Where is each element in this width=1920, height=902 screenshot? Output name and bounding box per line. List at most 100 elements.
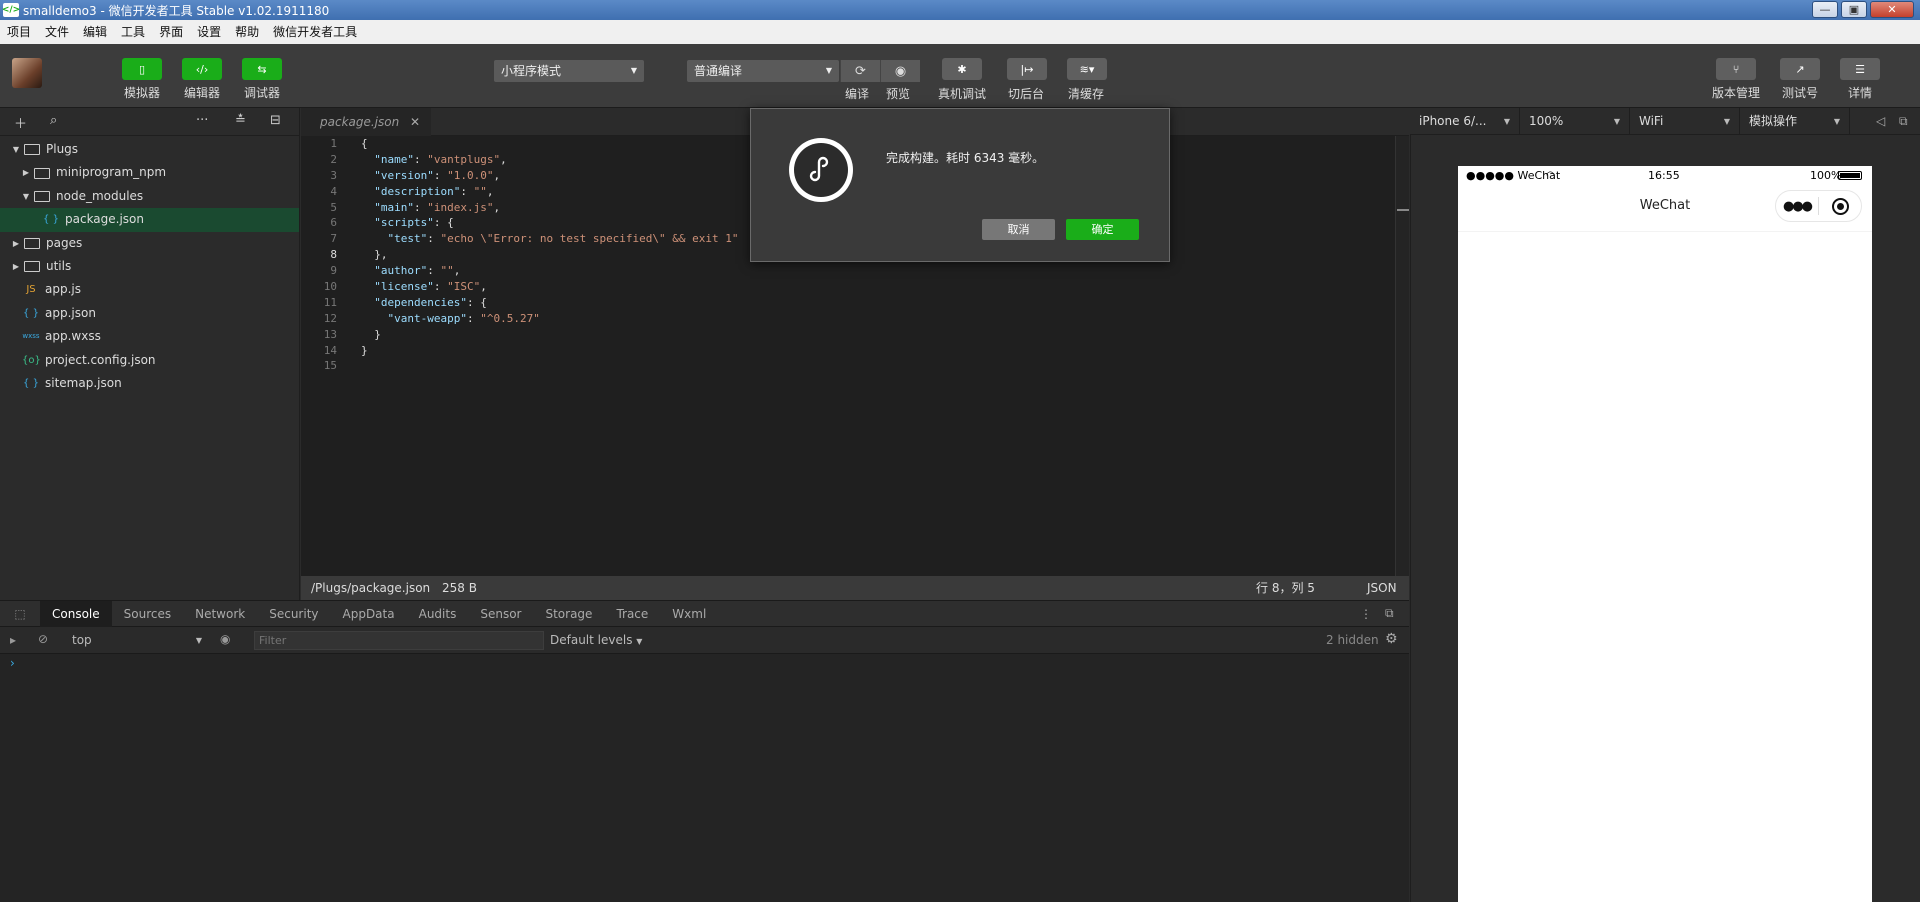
clock: 16:55 xyxy=(1648,168,1680,182)
gear-icon[interactable]: ⚙ xyxy=(1385,631,1398,647)
menu-edit[interactable]: 编辑 xyxy=(76,20,114,44)
tree-item-plugs[interactable]: ▼ Plugs xyxy=(0,138,299,161)
collapse-icon[interactable]: ⊟ xyxy=(270,113,281,128)
tab-wxml[interactable]: Wxml xyxy=(660,601,718,627)
tree-item-node-modules[interactable]: ▼ node_modules xyxy=(0,185,299,208)
wxss-file-icon: wxss xyxy=(22,332,40,341)
editor-button[interactable]: ‹/› 编辑器 xyxy=(174,58,230,101)
undock-icon[interactable]: ⧉ xyxy=(1385,606,1394,621)
kebab-menu-icon[interactable]: ⋮ xyxy=(1360,607,1372,621)
menu-file[interactable]: 文件 xyxy=(38,20,76,44)
preview-button[interactable]: ◉ xyxy=(880,60,920,82)
test-account-button[interactable]: ↗ 测试号 xyxy=(1772,58,1828,101)
tree-item-app-wxss[interactable]: wxss app.wxss xyxy=(0,325,299,348)
language-mode[interactable]: JSON xyxy=(1367,576,1397,600)
network-select[interactable]: WiFi ▼ xyxy=(1630,108,1740,135)
tree-item-sitemap-json[interactable]: { } sitemap.json xyxy=(0,372,299,395)
tree-item-app-js[interactable]: JS app.js xyxy=(0,278,299,301)
tab-console[interactable]: Console xyxy=(40,600,112,627)
compile-mode-value: 普通编译 xyxy=(694,64,743,78)
tab-network[interactable]: Network xyxy=(183,601,257,627)
tab-audits[interactable]: Audits xyxy=(407,601,469,627)
tab-label: package.json xyxy=(320,115,400,129)
close-circle-icon[interactable] xyxy=(1819,197,1861,215)
background-button[interactable]: |↦ xyxy=(999,58,1055,84)
tree-item-pages[interactable]: ▶ pages xyxy=(0,232,299,255)
console-output[interactable]: › xyxy=(0,654,1409,902)
close-button[interactable]: ✕ xyxy=(1870,1,1914,18)
sort-icon[interactable]: ≛ xyxy=(235,113,246,128)
sim-action-select[interactable]: 模拟操作 ▼ xyxy=(1740,108,1850,135)
tree-item-package-json[interactable]: { } package.json xyxy=(0,208,299,232)
chevron-right-icon[interactable]: ▶ xyxy=(20,161,32,184)
zoom-select[interactable]: 100% ▼ xyxy=(1520,108,1630,135)
context-select[interactable]: top ▼ xyxy=(66,631,204,650)
tree-item-utils[interactable]: ▶ utils xyxy=(0,255,299,278)
menu-tools[interactable]: 工具 xyxy=(114,20,152,44)
tab-appdata[interactable]: AppData xyxy=(331,601,407,627)
tab-trace[interactable]: Trace xyxy=(604,601,660,627)
compile-mode-select[interactable]: 普通编译 ▼ xyxy=(687,60,839,82)
tree-item-miniprogram-npm[interactable]: ▶ miniprogram_npm xyxy=(0,161,299,184)
menu-project[interactable]: 项目 xyxy=(0,20,38,44)
real-debug-button[interactable]: ✱ xyxy=(934,58,990,84)
cancel-button[interactable]: 取消 xyxy=(982,219,1055,240)
filter-input[interactable] xyxy=(254,631,544,650)
add-icon[interactable]: ＋ xyxy=(14,113,27,132)
code-line: "version": "1.0.0", xyxy=(361,168,739,184)
log-levels-select[interactable]: Default levels ▼ xyxy=(550,631,642,651)
clear-cache-button[interactable]: ≋▾ xyxy=(1059,58,1115,84)
popout-icon[interactable]: ⧉ xyxy=(1899,114,1908,129)
cursor-position[interactable]: 行 8，列 5 xyxy=(1256,576,1315,600)
preview-label: 预览 xyxy=(886,87,911,101)
close-tab-icon[interactable]: ✕ xyxy=(410,108,420,136)
menu-bar: 项目 文件 编辑 工具 界面 设置 帮助 微信开发者工具 xyxy=(0,20,1920,44)
volume-icon[interactable]: ◁ xyxy=(1876,114,1885,128)
minimize-button[interactable]: — xyxy=(1812,1,1838,18)
chevron-down-icon[interactable]: ▼ xyxy=(20,185,32,208)
eye-icon[interactable]: ◉ xyxy=(220,632,230,646)
confirm-button[interactable]: 确定 xyxy=(1066,219,1139,240)
maximize-button[interactable]: ▣ xyxy=(1841,1,1867,18)
menu-settings[interactable]: 设置 xyxy=(190,20,228,44)
tab-sources[interactable]: Sources xyxy=(112,601,183,627)
code-line: "scripts": { xyxy=(361,215,739,231)
details-button[interactable]: ☰ 详情 xyxy=(1832,58,1888,101)
tree-item-project-config-json[interactable]: {o} project.config.json xyxy=(0,349,299,372)
tree-item-app-json[interactable]: { } app.json xyxy=(0,302,299,325)
device-select[interactable]: iPhone 6/... ▼ xyxy=(1410,108,1520,135)
sidebar-toggle-icon[interactable]: ▸ xyxy=(10,633,16,647)
js-file-icon: JS xyxy=(26,284,36,296)
inspect-icon[interactable]: ⬚ xyxy=(0,607,40,621)
tab-storage[interactable]: Storage xyxy=(533,601,604,627)
clear-console-icon[interactable]: ⊘ xyxy=(38,632,48,646)
tree-item-label: miniprogram_npm xyxy=(56,165,167,180)
code-line: "test": "echo \"Error: no test specified… xyxy=(361,231,739,247)
chevron-right-icon[interactable]: ▶ xyxy=(10,255,22,278)
tab-security[interactable]: Security xyxy=(257,601,330,627)
line-number: 8 xyxy=(330,248,337,262)
simulator-button[interactable]: ▯ 模拟器 xyxy=(114,58,170,101)
menu-view[interactable]: 界面 xyxy=(152,20,190,44)
line-number: 3 xyxy=(330,168,337,182)
menu-wechat-devtools[interactable]: 微信开发者工具 xyxy=(266,20,364,44)
version-button[interactable]: ⑂ 版本管理 xyxy=(1708,58,1764,101)
editor-scrollbar[interactable] xyxy=(1395,136,1409,576)
mode-select[interactable]: 小程序模式 ▼ xyxy=(494,60,644,82)
chevron-right-icon[interactable]: ▶ xyxy=(10,232,22,255)
search-icon[interactable]: ⌕ xyxy=(50,113,57,128)
tree-item-label: app.wxss xyxy=(45,329,101,344)
menu-help[interactable]: 帮助 xyxy=(228,20,266,44)
avatar[interactable] xyxy=(12,58,42,88)
tab-sensor[interactable]: Sensor xyxy=(468,601,533,627)
phone-screen[interactable]: ●●●●● WeChat ◠ 16:55 100% WeChat ●●● xyxy=(1458,166,1872,902)
capsule-menu[interactable]: ●●● xyxy=(1775,190,1862,222)
real-debug-label: 真机调试 xyxy=(938,87,987,101)
tab-package-json[interactable]: package.json ✕ xyxy=(301,108,431,136)
debugger-button[interactable]: ⇆ 调试器 xyxy=(234,58,290,101)
more-icon[interactable]: ··· xyxy=(196,113,208,128)
compile-button[interactable]: ⟳ xyxy=(840,60,880,82)
chevron-down-icon[interactable]: ▼ xyxy=(10,138,22,161)
more-dots-icon[interactable]: ●●● xyxy=(1776,199,1818,214)
